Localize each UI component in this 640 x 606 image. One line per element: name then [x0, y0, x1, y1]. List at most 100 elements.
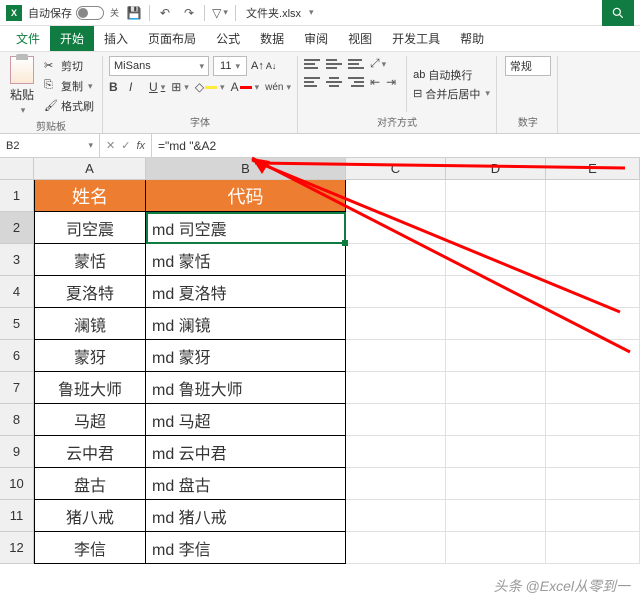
cell-B4[interactable]: md 夏洛特 [146, 276, 346, 308]
align-top-icon[interactable] [304, 58, 320, 70]
cell-A10[interactable]: 盘古 [34, 468, 146, 500]
cell-D5[interactable] [446, 308, 546, 340]
cell-E10[interactable] [546, 468, 640, 500]
bold-button[interactable]: B [109, 80, 123, 94]
cell-A5[interactable]: 澜镜 [34, 308, 146, 340]
tab-dev[interactable]: 开发工具 [382, 26, 450, 51]
cell-B11[interactable]: md 猪八戒 [146, 500, 346, 532]
cell-C7[interactable] [346, 372, 446, 404]
cell-B12[interactable]: md 李信 [146, 532, 346, 564]
filter-icon[interactable]: ▽▾ [211, 4, 229, 22]
undo-icon[interactable]: ↶ [156, 4, 174, 22]
cell-E8[interactable] [546, 404, 640, 436]
cut-button[interactable]: ✂剪切 [42, 57, 96, 75]
col-header-E[interactable]: E [546, 158, 640, 180]
row-header[interactable]: 3 [0, 244, 34, 276]
phonetic-button[interactable]: wén▾ [265, 82, 291, 93]
cell-B1[interactable]: 代码 [146, 180, 346, 212]
row-header[interactable]: 12 [0, 532, 34, 564]
tab-layout[interactable]: 页面布局 [138, 26, 206, 51]
tab-insert[interactable]: 插入 [94, 26, 138, 51]
cell-D10[interactable] [446, 468, 546, 500]
grow-font-icon[interactable]: A↑ [251, 60, 264, 72]
redo-icon[interactable]: ↷ [180, 4, 198, 22]
cell-A6[interactable]: 蒙犽 [34, 340, 146, 372]
tab-review[interactable]: 审阅 [294, 26, 338, 51]
cell-A12[interactable]: 李信 [34, 532, 146, 564]
cell-A2[interactable]: 司空震 [34, 212, 146, 244]
cell-B9[interactable]: md 云中君 [146, 436, 346, 468]
cell-D9[interactable] [446, 436, 546, 468]
accept-formula-icon[interactable]: ✓ [121, 139, 130, 152]
align-center-icon[interactable] [326, 76, 342, 88]
search-button[interactable] [602, 0, 634, 26]
align-bottom-icon[interactable] [348, 58, 364, 70]
font-color-button[interactable]: A▾ [231, 80, 260, 94]
cell-D7[interactable] [446, 372, 546, 404]
cell-D2[interactable] [446, 212, 546, 244]
tab-help[interactable]: 帮助 [450, 26, 494, 51]
cell-E11[interactable] [546, 500, 640, 532]
cell-C6[interactable] [346, 340, 446, 372]
cell-E9[interactable] [546, 436, 640, 468]
col-header-C[interactable]: C [346, 158, 446, 180]
row-header[interactable]: 5 [0, 308, 34, 340]
wrap-text-button[interactable]: ab自动换行 [413, 67, 490, 83]
cell-A3[interactable]: 蒙恬 [34, 244, 146, 276]
border-button[interactable]: ⊞▾ [171, 80, 189, 94]
cell-D3[interactable] [446, 244, 546, 276]
cell-C1[interactable] [346, 180, 446, 212]
row-header[interactable]: 2 [0, 212, 34, 244]
indent-increase-icon[interactable]: ⇥ [386, 75, 396, 89]
col-header-D[interactable]: D [446, 158, 546, 180]
cell-B6[interactable]: md 蒙犽 [146, 340, 346, 372]
cell-B2[interactable]: md 司空震 [146, 212, 346, 244]
cell-E6[interactable] [546, 340, 640, 372]
align-left-icon[interactable] [304, 76, 320, 88]
font-size-select[interactable]: 11▾ [213, 56, 247, 76]
save-icon[interactable]: 💾 [125, 4, 143, 22]
cell-C8[interactable] [346, 404, 446, 436]
cell-C12[interactable] [346, 532, 446, 564]
cell-E7[interactable] [546, 372, 640, 404]
cell-C9[interactable] [346, 436, 446, 468]
col-header-B[interactable]: B [146, 158, 346, 180]
cancel-formula-icon[interactable]: ✕ [106, 139, 115, 152]
row-header[interactable]: 4 [0, 276, 34, 308]
cell-B10[interactable]: md 盘古 [146, 468, 346, 500]
underline-button[interactable]: U▾ [149, 80, 165, 94]
formula-input[interactable]: ="md "&A2 [152, 134, 640, 157]
cell-A4[interactable]: 夏洛特 [34, 276, 146, 308]
row-header[interactable]: 9 [0, 436, 34, 468]
cell-D11[interactable] [446, 500, 546, 532]
italic-button[interactable]: I [129, 80, 143, 94]
cell-A1[interactable]: 姓名 [34, 180, 146, 212]
tab-formulas[interactable]: 公式 [206, 26, 250, 51]
copy-button[interactable]: ⎘复制▾ [42, 77, 96, 95]
row-header[interactable]: 10 [0, 468, 34, 500]
format-painter-button[interactable]: 🖌格式刷 [42, 97, 96, 115]
row-header[interactable]: 1 [0, 180, 34, 212]
cell-A7[interactable]: 鲁班大师 [34, 372, 146, 404]
cell-C10[interactable] [346, 468, 446, 500]
cell-C4[interactable] [346, 276, 446, 308]
cell-D1[interactable] [446, 180, 546, 212]
select-all-corner[interactable] [0, 158, 34, 180]
tab-home[interactable]: 开始 [50, 26, 94, 51]
shrink-font-icon[interactable]: A↓ [266, 61, 277, 71]
insert-function-icon[interactable]: fx [136, 140, 145, 152]
cell-C5[interactable] [346, 308, 446, 340]
row-header[interactable]: 11 [0, 500, 34, 532]
cell-D8[interactable] [446, 404, 546, 436]
col-header-A[interactable]: A [34, 158, 146, 180]
row-header[interactable]: 6 [0, 340, 34, 372]
font-name-select[interactable]: MiSans▾ [109, 56, 209, 76]
cell-C2[interactable] [346, 212, 446, 244]
orientation-icon[interactable]: ⤢▾ [370, 56, 386, 71]
paste-button[interactable]: 粘贴 ▾ [6, 56, 38, 116]
cell-C11[interactable] [346, 500, 446, 532]
tab-data[interactable]: 数据 [250, 26, 294, 51]
cell-B8[interactable]: md 马超 [146, 404, 346, 436]
cell-B7[interactable]: md 鲁班大师 [146, 372, 346, 404]
tab-file[interactable]: 文件 [6, 26, 50, 51]
